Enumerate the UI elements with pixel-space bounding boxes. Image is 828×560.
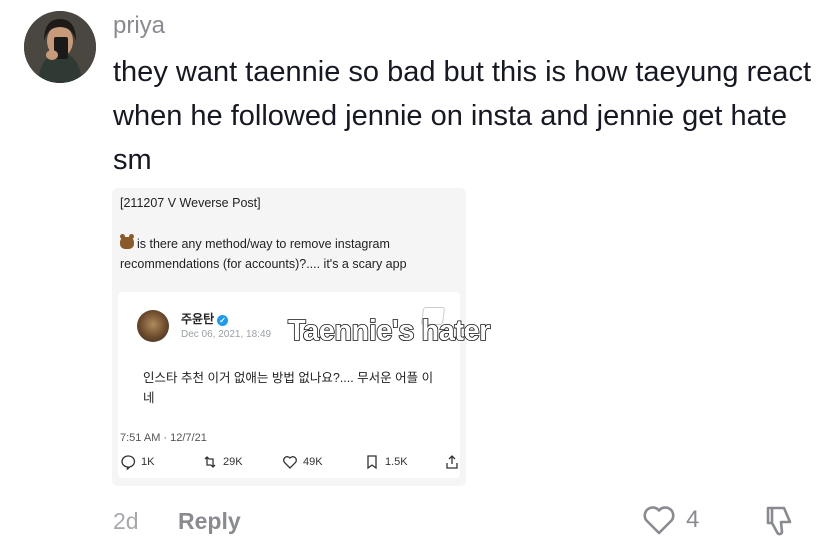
retweet-icon xyxy=(204,456,216,468)
share-icon xyxy=(446,455,458,469)
heart-icon xyxy=(283,456,297,469)
reply-button[interactable]: Reply xyxy=(178,508,241,535)
tweet-bookmark-stat: 1.5K xyxy=(364,454,408,470)
tweet-bookmarks-count: 1.5K xyxy=(385,456,408,468)
verified-badge-icon: ✓ xyxy=(217,315,229,326)
like-button[interactable]: 4 xyxy=(642,504,699,536)
comment-username[interactable]: priya xyxy=(113,12,165,40)
tweet-author-row: 주윤탄 ✓ xyxy=(181,310,229,327)
tweet-likes-count: 49K xyxy=(303,456,323,468)
commenter-avatar[interactable] xyxy=(24,11,96,83)
tweet-author: 주윤탄 xyxy=(181,312,215,326)
post-body-text: is there any method/way to remove instag… xyxy=(120,237,407,271)
tweet-like-stat: 49K xyxy=(282,454,323,470)
tweet-share-stat xyxy=(444,454,460,470)
bear-emoji-icon xyxy=(120,234,134,249)
bookmark-icon xyxy=(367,455,377,470)
comment-time: 2d xyxy=(113,508,139,534)
dislike-thumb-icon[interactable] xyxy=(762,504,796,538)
tweet-text: 인스타 추천 이거 없애는 방법 없나요?.... 무서운 어플 이네 xyxy=(143,371,434,405)
post-body: is there any method/way to remove instag… xyxy=(120,234,460,274)
tweet-avatar xyxy=(137,310,169,342)
like-count: 4 xyxy=(686,506,700,533)
tweet-retweets-count: 29K xyxy=(223,456,243,468)
tweet-date: Dec 06, 2021, 18:49 xyxy=(181,329,272,340)
comment-text: they want taennie so bad but this is how… xyxy=(113,56,812,176)
tweet-reply-stat: 1K xyxy=(120,454,154,470)
reply-bubble-icon xyxy=(121,455,136,470)
post-tag: [211207 V Weverse Post] xyxy=(120,196,261,210)
tweet-replies-count: 1K xyxy=(141,456,155,468)
overlay-caption: Taennie's hater xyxy=(287,314,491,348)
heart-outline-icon[interactable] xyxy=(642,504,676,536)
tweet-actions: 1K 29K 49K 1.5K xyxy=(120,454,460,474)
tweet-retweet-stat: 29K xyxy=(202,454,243,470)
tweet-timestamp: 7:51 AM · 12/7/21 xyxy=(120,432,207,444)
